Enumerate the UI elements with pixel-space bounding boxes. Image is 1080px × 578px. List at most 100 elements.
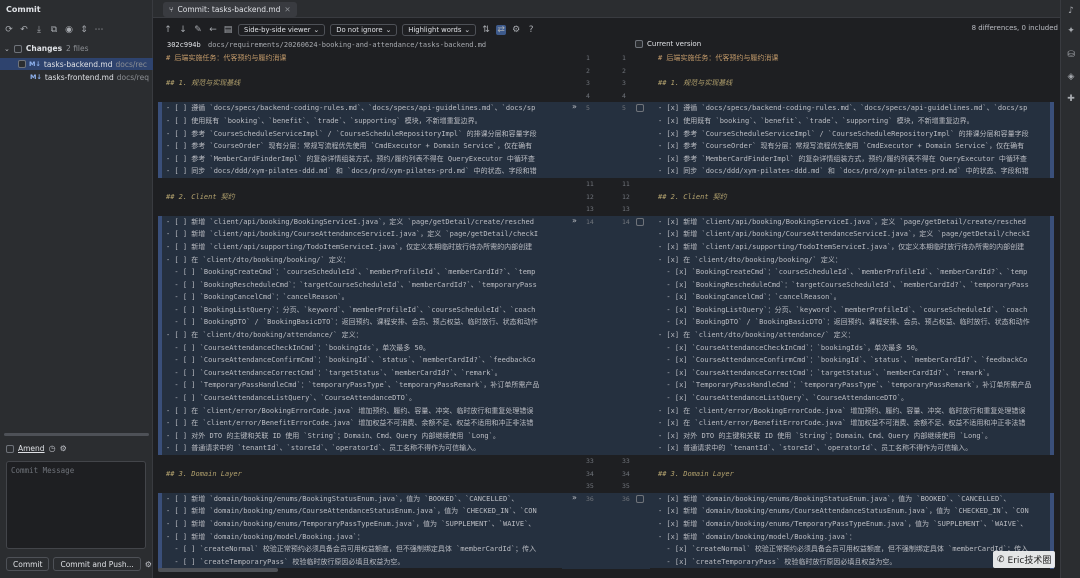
expand-icon[interactable]: ⇕ [79, 25, 89, 35]
diff-line[interactable]: - [x] 在 `client/dto/booking/attendance/`… [650, 329, 1054, 342]
file-item-tasks-backend[interactable]: M↓ tasks-backend.md docs/rec [0, 58, 153, 70]
diff-line[interactable]: - [x] 使用既有 `booking`、`benefit`、`trade`、`… [650, 114, 1054, 128]
amend-label[interactable]: Amend [18, 444, 45, 453]
file-icon[interactable]: ▤ [223, 25, 233, 35]
diff-line[interactable]: - [ ] `createTemporaryPass` 校验临时放行原因必填且权… [158, 555, 562, 569]
diff-line[interactable]: - [x] 遵循 `docs/specs/backend-coding-rule… [650, 102, 1054, 115]
view-icon[interactable]: ◉ [64, 25, 74, 35]
diff-line[interactable]: - [x] `CourseAttendanceCorrectCmd`：`targ… [650, 366, 1054, 380]
diff-line[interactable]: - [x] `BookingDTO` / `BookingBasicDTO`：返… [650, 316, 1054, 330]
diff-line[interactable]: # 后端实施任务：代客预约与履约消课 [650, 52, 1054, 65]
amend-checkbox[interactable] [6, 444, 14, 453]
database-icon[interactable]: ⛁ [1066, 50, 1076, 60]
ai-icon[interactable]: ✦ [1066, 26, 1076, 36]
diff-line[interactable]: - [x] `BookingCancelCmd`：`cancelReason`。 [650, 291, 1054, 304]
diff-line[interactable]: - [x] 同步 `docs/ddd/xym-pilates-ddd.md` 和… [650, 165, 1054, 178]
diff-line[interactable]: - [ ] `BookingCreateCmd`：`courseSchedule… [158, 266, 562, 279]
commit-and-push-button[interactable]: Commit and Push... [53, 557, 141, 571]
diff-line[interactable]: - [x] 新增 `domain/booking/enums/Temporary… [650, 517, 1054, 531]
diff-line[interactable]: - [ ] 新增 `domain/booking/model/Booking.j… [158, 530, 562, 544]
diff-line[interactable]: - [ ] 遵循 `docs/specs/backend-coding-rule… [158, 102, 562, 115]
scrollbar-thumb[interactable] [158, 568, 278, 572]
chevron-down-icon[interactable]: ⌄ [4, 45, 10, 53]
diff-line[interactable] [650, 455, 1054, 468]
diff-line[interactable]: - [x] 新增 `domain/booking/enums/CourseAtt… [650, 505, 1054, 518]
diff-line[interactable]: - [x] `CourseAttendanceCheckInCmd`：`book… [650, 341, 1054, 355]
help-icon[interactable]: ? [526, 25, 536, 35]
diff-icon[interactable]: ⧉ [49, 25, 59, 35]
diff-line[interactable]: ## 1. 规范与实现基线 [650, 77, 1054, 90]
diff-line[interactable]: - [ ] `CourseAttendanceCorrectCmd`：`targ… [158, 366, 562, 380]
diff-line[interactable] [158, 480, 562, 493]
diff-line[interactable] [158, 455, 562, 468]
diff-line[interactable]: - [ ] 新增 `domain/booking/enums/Temporary… [158, 517, 562, 531]
diff-line[interactable]: - [ ] 新增 `client/api/booking/CourseAtten… [158, 228, 562, 241]
diff-line[interactable]: - [ ] 新增 `domain/booking/enums/BookingSt… [158, 492, 562, 506]
diff-line[interactable]: - [x] 在 `client/dto/booking/booking/` 定义… [650, 253, 1054, 267]
horizontal-scrollbar[interactable] [158, 568, 562, 572]
diff-line[interactable]: - [ ] 同步 `docs/ddd/xym-pilates-ddd.md` 和… [158, 165, 562, 178]
ignore-dropdown[interactable]: Do not ignore ⌄ [330, 24, 398, 36]
diff-line[interactable]: - [ ] 普通请求中的 `tenantId`、`storeId`、`opera… [158, 442, 562, 455]
gradle-icon[interactable]: ◈ [1066, 72, 1076, 82]
commit-message-input[interactable]: Commit Message [6, 461, 146, 549]
changes-checkbox[interactable] [13, 44, 22, 53]
edit-icon[interactable]: ✎ [193, 25, 203, 35]
plugins-icon[interactable]: ✚ [1066, 94, 1076, 104]
more-icon[interactable]: ⋯ [94, 25, 104, 35]
horizontal-scrollbar[interactable] [4, 433, 149, 436]
refresh-icon[interactable]: ⟳ [4, 25, 14, 35]
gear-icon[interactable]: ⚙ [60, 444, 67, 453]
apply-change-icon[interactable]: » [572, 493, 577, 502]
file-checkbox[interactable] [18, 60, 26, 68]
diff-line[interactable]: ## 2. Client 契约 [650, 191, 1054, 204]
diff-line[interactable]: - [ ] 使用既有 `booking`、`benefit`、`trade`、`… [158, 114, 562, 128]
diff-line[interactable]: - [ ] 参考 `CourseOrder` 现有分层：常规写流程优先使用 `C… [158, 140, 562, 153]
diff-line[interactable]: ## 2. Client 契约 [158, 191, 562, 204]
clock-icon[interactable]: ◷ [49, 444, 56, 453]
diff-line[interactable] [158, 90, 562, 103]
diff-line[interactable]: - [x] 参考 `CourseOrder` 现有分层：常规写流程优先使用 `C… [650, 140, 1054, 153]
diff-line[interactable]: - [ ] `CourseAttendanceListQuery`、`Cours… [158, 392, 562, 405]
bell-icon[interactable]: ♪ [1066, 6, 1076, 16]
diff-line[interactable]: - [x] 普通请求中的 `tenantId`、`storeId`、`opera… [650, 442, 1054, 455]
diff-line[interactable]: - [x] `CourseAttendanceConfirmCmd`：`book… [650, 354, 1054, 367]
diff-line[interactable]: - [x] `TemporaryPassHandleCmd`：`temporar… [650, 379, 1054, 393]
diff-line[interactable]: - [x] 对外 DTO 的主键和关联 ID 使用 `String`；Domai… [650, 429, 1054, 443]
viewer-dropdown[interactable]: Side-by-side viewer ⌄ [238, 24, 326, 36]
diff-line[interactable]: - [ ] 新增 `client/api/supporting/TodoItem… [158, 240, 562, 254]
diff-line[interactable]: ## 3. Domain Layer [158, 468, 562, 481]
tab-commit-tasks-backend[interactable]: ⑂ Commit: tasks-backend.md ✕ [163, 2, 297, 17]
diff-line[interactable]: - [ ] 对外 DTO 的主键和关联 ID 使用 `String`；Domai… [158, 429, 562, 443]
diff-line[interactable]: - [x] `BookingRescheduleCmd`：`targetCour… [650, 278, 1054, 292]
diff-line[interactable]: - [x] 参考 `CourseScheduleServiceImpl` / `… [650, 127, 1054, 141]
diff-line[interactable]: - [ ] 参考 `MemberCardFinderImpl` 的复杂详情组装方… [158, 152, 562, 166]
diff-line[interactable]: - [x] `CourseAttendanceListQuery`、`Cours… [650, 392, 1054, 405]
arrow-up-icon[interactable]: ↑ [163, 25, 173, 35]
diff-line[interactable]: - [x] `BookingCreateCmd`：`courseSchedule… [650, 266, 1054, 279]
changes-group[interactable]: ⌄ Changes 2 files [4, 44, 89, 53]
diff-line[interactable]: - [ ] `CourseAttendanceCheckInCmd`：`book… [158, 341, 562, 355]
diff-right-pane[interactable]: # 后端实施任务：代客预约与履约消课 ## 1. 规范与实现基线 - [x] 遵循 … [650, 52, 1054, 572]
diff-line[interactable]: - [x] 新增 `client/api/booking/BookingServ… [650, 215, 1054, 229]
current-version-toggle[interactable]: Current version [635, 40, 701, 48]
diff-line[interactable] [650, 90, 1054, 103]
gear-icon[interactable]: ⚙ [511, 25, 521, 35]
diff-line[interactable]: - [x] 新增 `client/api/booking/CourseAtten… [650, 228, 1054, 241]
highlight-dropdown[interactable]: Highlight words ⌄ [402, 24, 477, 36]
diff-line[interactable] [650, 480, 1054, 493]
diff-line[interactable] [158, 178, 562, 191]
diff-line[interactable]: - [ ] `BookingListQuery`：分页、`keyword`、`m… [158, 303, 562, 317]
diff-line[interactable]: - [x] 新增 `domain/booking/enums/BookingSt… [650, 492, 1054, 506]
diff-line[interactable]: - [ ] 在 `client/error/BookingErrorCode.j… [158, 404, 562, 418]
diff-line[interactable]: - [x] 在 `client/error/BenefitErrorCode.j… [650, 417, 1054, 430]
diff-line[interactable]: - [ ] `TemporaryPassHandleCmd`：`temporar… [158, 379, 562, 393]
apply-change-icon[interactable]: » [572, 216, 577, 225]
diff-line[interactable]: - [ ] 在 `client/dto/booking/attendance/`… [158, 329, 562, 342]
diff-left-pane[interactable]: # 后端实施任务：代客预约与履约消课 ## 1. 规范与实现基线 - [ ] 遵循 … [158, 52, 562, 572]
diff-line[interactable]: - [ ] `BookingRescheduleCmd`：`targetCour… [158, 278, 562, 292]
diff-line[interactable]: ## 3. Domain Layer [650, 468, 1054, 481]
diff-line[interactable] [158, 203, 562, 216]
diff-line[interactable]: - [x] 参考 `MemberCardFinderImpl` 的复杂详情组装方… [650, 152, 1054, 166]
diff-line[interactable]: - [x] 新增 `domain/booking/model/Booking.j… [650, 530, 1054, 544]
